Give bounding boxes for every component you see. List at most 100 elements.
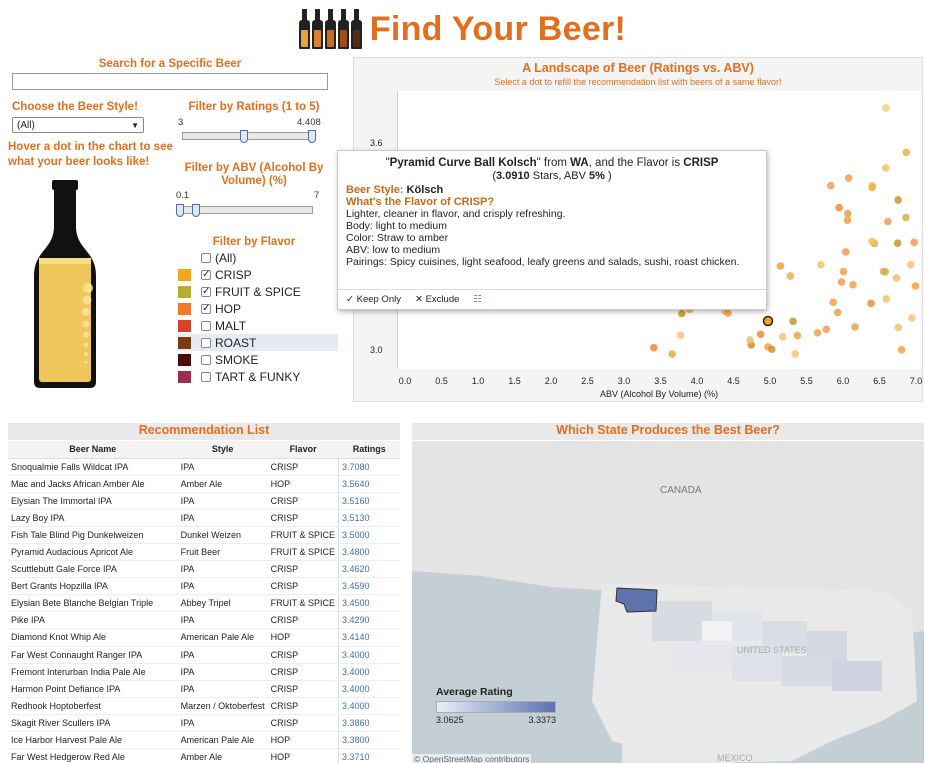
scatter-dot[interactable] xyxy=(851,323,859,331)
abv-slider-min-thumb[interactable] xyxy=(176,204,184,217)
table-row[interactable]: Lazy Boy IPA IPA CRISP 3.5130 xyxy=(8,509,400,527)
table-row[interactable]: Bert Grants Hopzilla IPA IPA CRISP 3.4590 xyxy=(8,577,400,596)
selected-scatter-dot[interactable] xyxy=(762,315,774,327)
scatter-dot[interactable] xyxy=(906,260,915,269)
view-data-icon[interactable]: ☷ xyxy=(473,294,482,305)
scatter-dot[interactable] xyxy=(826,181,835,190)
flavor-option-roast[interactable]: ROAST xyxy=(178,334,338,351)
scatter-dot[interactable] xyxy=(892,274,901,282)
scatter-dot[interactable] xyxy=(897,346,906,354)
scatter-dot[interactable] xyxy=(843,209,852,218)
scatter-dot[interactable] xyxy=(902,213,910,222)
column-header[interactable]: Beer Name xyxy=(8,441,178,459)
flavor-checkbox[interactable]: ✓ xyxy=(201,269,211,280)
column-header[interactable]: Flavor xyxy=(267,441,339,459)
flavor-option-smoke[interactable]: SMOKE xyxy=(178,351,338,368)
table-row[interactable]: Snoqualmie Falls Wildcat IPA IPA CRISP 3.70… xyxy=(8,458,400,476)
table-row[interactable]: Pyramid Audacious Apricot Ale Fruit Beer F… xyxy=(8,543,400,562)
scatter-dot[interactable] xyxy=(786,272,795,280)
scatter-dot[interactable] xyxy=(841,248,850,256)
flavor-checkbox[interactable]: ✓ xyxy=(201,303,211,314)
scatter-dot[interactable] xyxy=(724,309,732,317)
keep-only-button[interactable]: ✓ Keep Only xyxy=(346,294,401,305)
scatter-dot[interactable] xyxy=(868,237,876,246)
scatter-dot[interactable] xyxy=(911,282,920,290)
state-shape[interactable] xyxy=(832,661,882,691)
scatter-dot[interactable] xyxy=(908,314,916,322)
scatter-dot[interactable] xyxy=(746,336,754,344)
scatter-dot[interactable] xyxy=(868,183,876,192)
scatter-dot[interactable] xyxy=(849,281,857,289)
table-row[interactable]: Diamond Knot Whip Ale American Pale Ale HO… xyxy=(8,628,400,647)
scatter-dot[interactable] xyxy=(817,260,825,269)
column-header[interactable]: Ratings xyxy=(338,441,400,459)
scatter-dot[interactable] xyxy=(767,345,776,354)
search-input[interactable] xyxy=(12,73,328,90)
scatter-dot[interactable] xyxy=(776,262,785,270)
scatter-dot[interactable] xyxy=(668,350,676,358)
scatter-dot[interactable] xyxy=(839,267,848,276)
state-shape[interactable] xyxy=(672,641,732,671)
scatter-dot[interactable] xyxy=(843,216,852,225)
scatter-dot[interactable] xyxy=(756,330,765,339)
beer-style-dropdown[interactable]: (All) ▼ xyxy=(12,117,144,133)
state-shape[interactable] xyxy=(782,656,832,686)
flavor-option-hop[interactable]: ✓ HOP xyxy=(178,300,338,317)
scatter-dot[interactable] xyxy=(884,217,892,226)
state-shape[interactable] xyxy=(702,621,732,641)
scatter-dot[interactable] xyxy=(837,278,846,286)
ratings-slider-max-thumb[interactable] xyxy=(308,130,316,143)
abv-slider-max-thumb[interactable] xyxy=(192,204,200,217)
table-row[interactable]: Fremont Interurban India Pale Ale IPA CRIS… xyxy=(8,663,400,681)
scatter-dot[interactable] xyxy=(778,333,787,341)
scatter-dot[interactable] xyxy=(791,350,799,358)
flavor-checkbox[interactable] xyxy=(201,320,211,331)
table-row[interactable]: Redhook Hoptoberfest Marzen / Oktoberfest… xyxy=(8,697,400,715)
scatter-dot[interactable] xyxy=(793,331,802,340)
scatter-dot[interactable] xyxy=(676,331,685,340)
scatter-dot[interactable] xyxy=(893,239,902,248)
table-row[interactable]: Pike IPA IPA CRISP 3.4290 xyxy=(8,611,400,630)
table-row[interactable]: Mac and Jacks African Amber Ale Amber Ale… xyxy=(8,475,400,493)
scatter-dot[interactable] xyxy=(882,295,891,303)
ratings-slider-track[interactable] xyxy=(182,132,314,140)
table-row[interactable]: Elysian The Immortal IPA IPA CRISP 3.5160 xyxy=(8,492,400,510)
flavor-checkbox[interactable] xyxy=(201,354,211,365)
scatter-dot[interactable] xyxy=(867,299,875,308)
scatter-dot[interactable] xyxy=(894,196,902,204)
flavor-option-malt[interactable]: MALT xyxy=(178,317,338,334)
table-row[interactable]: Skagit River Scullers IPA IPA CRISP 3.3860 xyxy=(8,714,400,733)
scatter-dot[interactable] xyxy=(879,267,888,276)
flavor-option-crisp[interactable]: ✓ CRISP xyxy=(178,266,338,283)
scatter-dot[interactable] xyxy=(677,309,686,318)
scatter-dot[interactable] xyxy=(822,325,831,334)
scatter-dot[interactable] xyxy=(894,323,903,332)
flavor-checkbox[interactable] xyxy=(201,252,211,263)
table-row[interactable]: Elysian Bete Blanche Belgian Triple Abbey… xyxy=(8,594,400,613)
scatter-dot[interactable] xyxy=(882,104,890,112)
exclude-button[interactable]: ✕ Exclude xyxy=(415,294,459,305)
scatter-dot[interactable] xyxy=(902,148,911,157)
table-row[interactable]: Far West Connaught Ranger IPA IPA CRISP 3.4… xyxy=(8,646,400,664)
scatter-dot[interactable] xyxy=(882,164,890,172)
scatter-dot[interactable] xyxy=(835,203,843,212)
flavor-checkbox[interactable]: ✓ xyxy=(201,286,211,297)
table-row[interactable]: Scuttlebutt Gale Force IPA IPA CRISP 3.4620 xyxy=(8,560,400,579)
flavor-option-all[interactable]: (All) xyxy=(178,249,338,266)
map-attribution[interactable]: © OpenStreetMap contributors xyxy=(412,754,532,763)
column-header[interactable]: Style xyxy=(177,441,268,459)
table-row[interactable]: Far West Hedgerow Red Ale Amber Ale HOP 3.3… xyxy=(8,748,400,763)
scatter-dot[interactable] xyxy=(813,329,822,337)
flavor-checkbox[interactable] xyxy=(201,337,211,348)
scatter-dot[interactable] xyxy=(844,174,853,182)
table-row[interactable]: Harmon Point Defiance IPA IPA CRISP 3.4000 xyxy=(8,680,400,698)
scatter-dot[interactable] xyxy=(650,343,658,352)
flavor-checkbox[interactable] xyxy=(201,371,211,382)
table-row[interactable]: Fish Tale Blind Pig Dunkelweizen Dunkel W… xyxy=(8,526,400,544)
scatter-dot[interactable] xyxy=(910,238,918,247)
scatter-dot[interactable] xyxy=(789,317,797,326)
flavor-option-tart-funky[interactable]: TART & FUNKY xyxy=(178,368,338,385)
ratings-slider-min-thumb[interactable] xyxy=(240,130,248,143)
scatter-dot[interactable] xyxy=(833,308,842,317)
flavor-option-fruit-spice[interactable]: ✓ FRUIT & SPICE xyxy=(178,283,338,300)
